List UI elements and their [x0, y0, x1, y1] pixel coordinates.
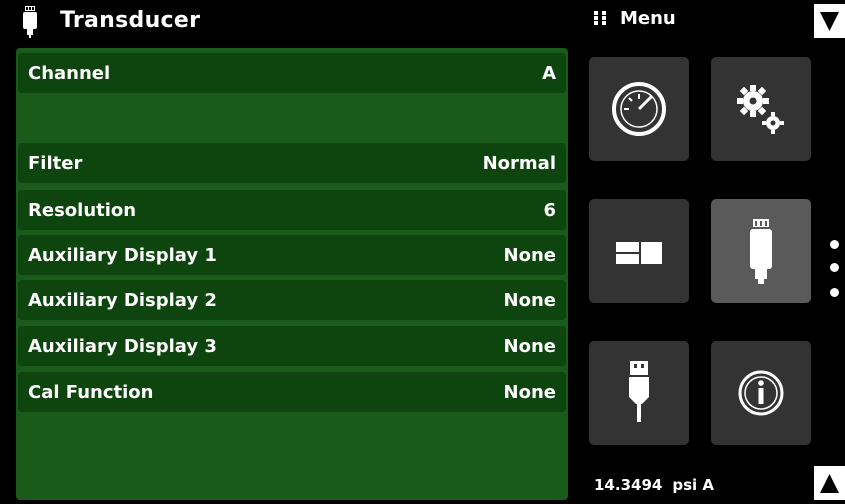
pressure-readout: 14.3494 psi A	[594, 476, 714, 494]
setting-row-filter[interactable]: Filter Normal	[18, 143, 566, 183]
triangle-down-icon	[814, 4, 845, 38]
setting-row-aux-display-2[interactable]: Auxiliary Display 2 None	[18, 280, 566, 320]
setting-row-channel[interactable]: Channel A	[18, 53, 566, 93]
transducer-icon	[22, 6, 38, 42]
transducer-icon	[750, 219, 772, 284]
grid-icon	[594, 9, 608, 25]
setting-row-resolution[interactable]: Resolution 6	[18, 190, 566, 230]
setting-value: A	[542, 62, 556, 84]
setting-label: Resolution	[28, 199, 137, 221]
tile-info[interactable]	[711, 341, 811, 445]
usb-icon	[629, 361, 649, 422]
menu-label: Menu	[620, 8, 676, 29]
triangle-up-icon	[814, 466, 845, 500]
page-dot	[830, 263, 839, 272]
setting-label: Channel	[28, 62, 111, 84]
setting-value: None	[503, 335, 556, 357]
setting-row-aux-display-1[interactable]: Auxiliary Display 1 None	[18, 235, 566, 275]
setting-label: Auxiliary Display 1	[28, 244, 217, 266]
setting-label: Auxiliary Display 3	[28, 335, 217, 357]
gears-icon	[737, 85, 784, 134]
setting-label: Cal Function	[28, 381, 154, 403]
tile-display-layout[interactable]	[589, 199, 689, 303]
setting-value: None	[503, 289, 556, 311]
scroll-down-button[interactable]	[814, 4, 845, 38]
setting-row-cal-function[interactable]: Cal Function None	[18, 372, 566, 412]
page-dot	[830, 288, 839, 297]
tile-gauge[interactable]	[589, 57, 689, 161]
scroll-up-button[interactable]	[814, 466, 845, 500]
setting-label: Filter	[28, 152, 83, 174]
pressure-unit: psi A	[672, 476, 714, 494]
gauge-icon	[612, 82, 666, 136]
page-dot	[830, 240, 839, 249]
setting-value: Normal	[482, 152, 556, 174]
pressure-value: 14.3494	[594, 476, 663, 494]
setting-row-aux-display-3[interactable]: Auxiliary Display 3 None	[18, 326, 566, 366]
tile-usb[interactable]	[589, 341, 689, 445]
page-title: Transducer	[60, 8, 201, 33]
setting-value: None	[503, 244, 556, 266]
display-layout-icon	[616, 242, 662, 264]
setting-value: None	[503, 381, 556, 403]
title-bar: Transducer	[0, 0, 575, 45]
info-icon	[738, 370, 784, 416]
setting-value: 6	[543, 199, 556, 221]
menu-button[interactable]: Menu	[594, 8, 676, 29]
tile-settings[interactable]	[711, 57, 811, 161]
tile-transducer[interactable]	[711, 199, 811, 303]
setting-label: Auxiliary Display 2	[28, 289, 217, 311]
